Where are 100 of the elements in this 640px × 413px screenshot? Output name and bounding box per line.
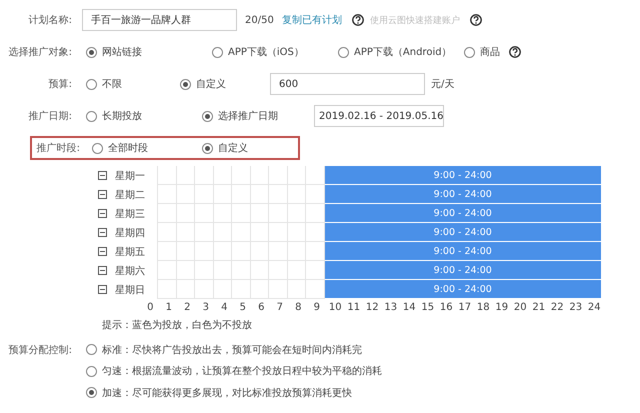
time-range-block[interactable]: 9:00 - 24:00	[324, 185, 602, 204]
time-slot[interactable]	[214, 242, 232, 261]
date-range-field[interactable]: 2019.02.16 - 2019.05.16	[314, 105, 444, 127]
time-slot[interactable]	[269, 261, 288, 280]
time-slot[interactable]	[176, 242, 195, 261]
radio-button[interactable]	[86, 344, 97, 356]
collapse-icon[interactable]	[98, 247, 107, 256]
time-slot[interactable]	[250, 204, 269, 223]
day-label: 星期一	[114, 170, 146, 182]
time-slot[interactable]	[250, 166, 269, 185]
copy-plan-link[interactable]: 复制已有计划	[282, 13, 342, 27]
time-slot[interactable]	[214, 166, 232, 185]
radio-button[interactable]	[202, 142, 213, 154]
time-slot[interactable]	[176, 261, 195, 280]
time-range-block[interactable]: 9:00 - 24:00	[324, 280, 602, 299]
time-slot[interactable]	[214, 223, 232, 242]
time-slot[interactable]	[195, 223, 214, 242]
time-slot[interactable]	[158, 280, 176, 299]
time-slot[interactable]	[176, 280, 195, 299]
help-icon[interactable]	[352, 14, 364, 26]
hour-label: 24	[586, 302, 602, 312]
time-range-block[interactable]: 9:00 - 24:00	[324, 166, 602, 185]
time-slot[interactable]	[214, 204, 232, 223]
budget-field[interactable]: 600	[270, 73, 425, 95]
time-slot[interactable]	[176, 204, 195, 223]
time-slot[interactable]	[288, 204, 306, 223]
time-slot[interactable]	[232, 185, 250, 204]
time-slot[interactable]	[158, 223, 176, 242]
radio-button[interactable]	[86, 387, 97, 398]
time-range-block[interactable]: 9:00 - 24:00	[324, 242, 602, 261]
help-icon[interactable]	[509, 46, 521, 58]
time-slot[interactable]	[250, 185, 269, 204]
time-slot[interactable]	[158, 261, 176, 280]
radio-button[interactable]	[464, 46, 475, 58]
time-slot[interactable]	[269, 280, 288, 299]
time-slot[interactable]	[195, 166, 214, 185]
time-slot[interactable]	[288, 280, 306, 299]
hint-text: 提示：蓝色为投放，白色为不投放	[102, 318, 253, 333]
collapse-icon[interactable]	[98, 285, 107, 294]
collapse-icon[interactable]	[98, 209, 107, 218]
time-slot[interactable]	[158, 185, 176, 204]
time-slot[interactable]	[250, 261, 269, 280]
time-slot[interactable]	[232, 204, 250, 223]
time-slot[interactable]	[214, 185, 232, 204]
time-slot[interactable]	[176, 185, 195, 204]
plan-name-field[interactable]: 手百一旅游一品牌人群	[82, 9, 237, 31]
hour-label: 16	[438, 302, 454, 312]
option-label: 匀速：根据流量波动，让预算在整个投放日程中较为平稳的消耗	[102, 364, 382, 378]
time-slot[interactable]	[195, 261, 214, 280]
collapse-icon[interactable]	[98, 228, 107, 237]
time-slot[interactable]	[232, 242, 250, 261]
field-label: 选择推广对象:	[8, 46, 73, 59]
help-icon[interactable]	[470, 14, 482, 26]
time-slot[interactable]	[195, 185, 214, 204]
cloud-build-link[interactable]: 使用云图快速搭建账户	[370, 14, 460, 26]
collapse-icon[interactable]	[98, 171, 107, 180]
radio-button[interactable]	[86, 366, 97, 377]
radio-button[interactable]	[212, 46, 223, 58]
time-slot[interactable]	[269, 185, 288, 204]
time-slot[interactable]	[269, 166, 288, 185]
radio-button[interactable]	[202, 110, 213, 122]
radio-button[interactable]	[338, 46, 349, 58]
collapse-icon[interactable]	[98, 266, 107, 275]
time-slot[interactable]	[158, 204, 176, 223]
time-slot[interactable]	[214, 280, 232, 299]
time-slot[interactable]	[288, 166, 306, 185]
time-slot[interactable]	[288, 242, 306, 261]
time-slot[interactable]	[232, 280, 250, 299]
time-slot[interactable]	[232, 166, 250, 185]
hour-label: 17	[457, 302, 472, 312]
time-slot[interactable]	[269, 204, 288, 223]
time-slot[interactable]	[250, 223, 269, 242]
time-slot[interactable]	[232, 261, 250, 280]
time-slot[interactable]	[158, 242, 176, 261]
time-slot[interactable]	[232, 223, 250, 242]
time-slot[interactable]	[269, 223, 288, 242]
radio-button[interactable]	[180, 78, 191, 90]
time-slot[interactable]	[176, 166, 195, 185]
time-range-block[interactable]: 9:00 - 24:00	[324, 261, 602, 280]
time-slot[interactable]	[250, 242, 269, 261]
time-slot[interactable]	[195, 204, 214, 223]
time-range-block[interactable]: 9:00 - 24:00	[324, 223, 602, 242]
time-slot[interactable]	[288, 185, 306, 204]
collapse-icon[interactable]	[98, 190, 107, 199]
time-slot[interactable]	[269, 242, 288, 261]
option-label: 标准：尽快将广告投放出去，预算可能会在短时间内消耗完	[102, 344, 362, 357]
field-label: 预算:	[48, 78, 73, 91]
time-slot[interactable]	[176, 223, 195, 242]
radio-button[interactable]	[92, 142, 103, 154]
time-slot[interactable]	[288, 223, 306, 242]
time-range-block[interactable]: 9:00 - 24:00	[324, 204, 602, 223]
radio-button[interactable]	[86, 110, 97, 122]
time-slot[interactable]	[250, 280, 269, 299]
time-slot[interactable]	[195, 280, 214, 299]
radio-button[interactable]	[86, 46, 97, 58]
time-slot[interactable]	[195, 242, 214, 261]
radio-button[interactable]	[86, 78, 97, 90]
time-slot[interactable]	[288, 261, 306, 280]
time-slot[interactable]	[214, 261, 232, 280]
time-slot[interactable]	[158, 166, 176, 185]
